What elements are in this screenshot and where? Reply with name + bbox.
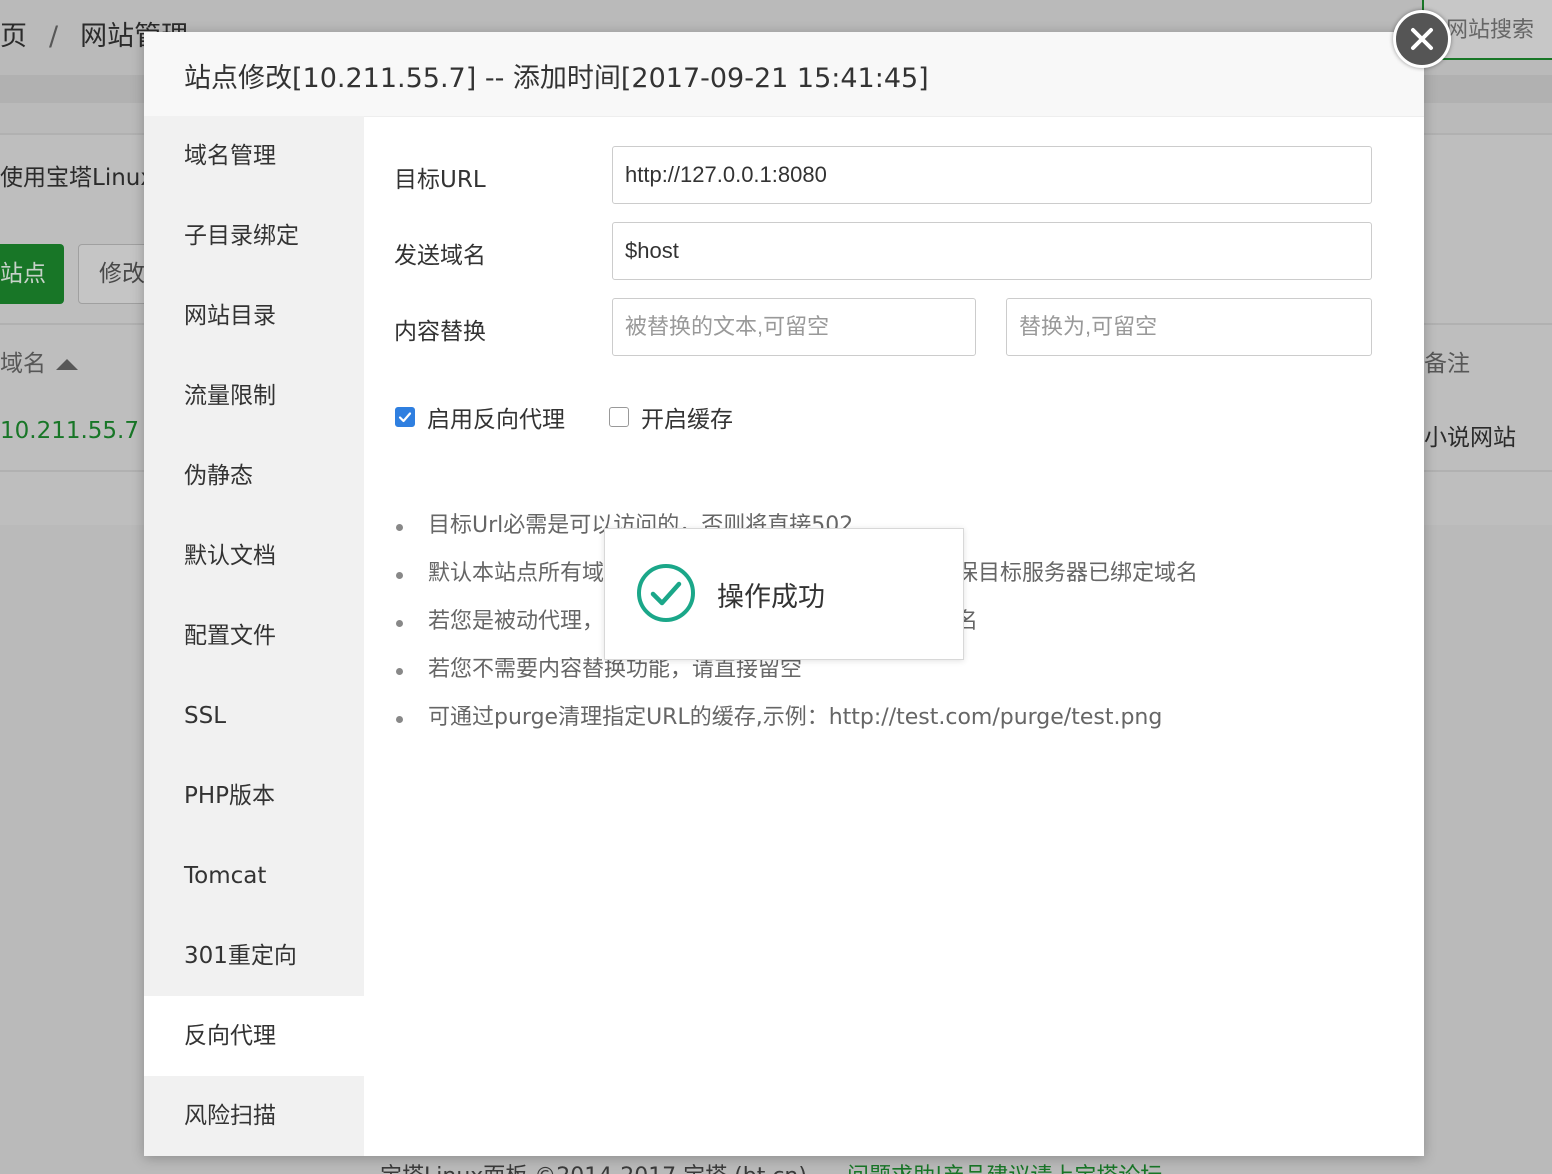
sidebar-item-tomcat[interactable]: Tomcat bbox=[144, 836, 364, 916]
sidebar-item-site-dir[interactable]: 网站目录 bbox=[144, 276, 364, 356]
sidebar-item-rewrite[interactable]: 伪静态 bbox=[144, 436, 364, 516]
sidebar-item-subdir[interactable]: 子目录绑定 bbox=[144, 196, 364, 276]
modal-header: 站点修改[10.211.55.7] -- 添加时间[2017-09-21 15:… bbox=[144, 32, 1424, 117]
sidebar-item-php-version[interactable]: PHP版本 bbox=[144, 756, 364, 836]
close-icon bbox=[1411, 28, 1433, 50]
send-domain-input[interactable] bbox=[612, 222, 1372, 280]
target-url-label: 目标URL bbox=[394, 167, 486, 193]
tip-item: 可通过purge清理指定URL的缓存,示例：http://test.com/pu… bbox=[394, 694, 1394, 742]
modal-title: 站点修改[10.211.55.7] -- 添加时间[2017-09-21 15:… bbox=[184, 63, 929, 94]
enable-proxy-checkbox[interactable]: 启用反向代理 bbox=[395, 400, 565, 434]
check-circle-icon bbox=[637, 564, 695, 622]
enable-cache-label: 开启缓存 bbox=[641, 407, 733, 433]
sidebar-item-risk-scan[interactable]: 风险扫描 bbox=[144, 1076, 364, 1156]
success-toast: 操作成功 bbox=[604, 528, 964, 660]
sidebar-item-ssl[interactable]: SSL bbox=[144, 676, 364, 756]
replace-from-input[interactable] bbox=[612, 298, 976, 356]
checkbox-checked-icon[interactable] bbox=[395, 407, 415, 427]
target-url-input[interactable] bbox=[612, 146, 1372, 204]
toast-message: 操作成功 bbox=[717, 582, 825, 613]
close-button[interactable] bbox=[1393, 10, 1451, 68]
enable-proxy-label: 启用反向代理 bbox=[427, 407, 565, 433]
sidebar-item-traffic[interactable]: 流量限制 bbox=[144, 356, 364, 436]
sidebar-item-config[interactable]: 配置文件 bbox=[144, 596, 364, 676]
checkbox-unchecked-icon[interactable] bbox=[609, 407, 629, 427]
content-replace-label: 内容替换 bbox=[394, 319, 486, 345]
replace-to-input[interactable] bbox=[1006, 298, 1372, 356]
sidebar-item-domain[interactable]: 域名管理 bbox=[144, 116, 364, 196]
send-domain-label: 发送域名 bbox=[394, 243, 486, 269]
sidebar-item-default-doc[interactable]: 默认文档 bbox=[144, 516, 364, 596]
sidebar-item-reverse-proxy[interactable]: 反向代理 bbox=[144, 996, 364, 1076]
modal-sidebar: 域名管理 子目录绑定 网站目录 流量限制 伪静态 默认文档 配置文件 SSL P… bbox=[144, 116, 364, 1156]
sidebar-item-redirect[interactable]: 301重定向 bbox=[144, 916, 364, 996]
enable-cache-checkbox[interactable]: 开启缓存 bbox=[609, 400, 733, 434]
